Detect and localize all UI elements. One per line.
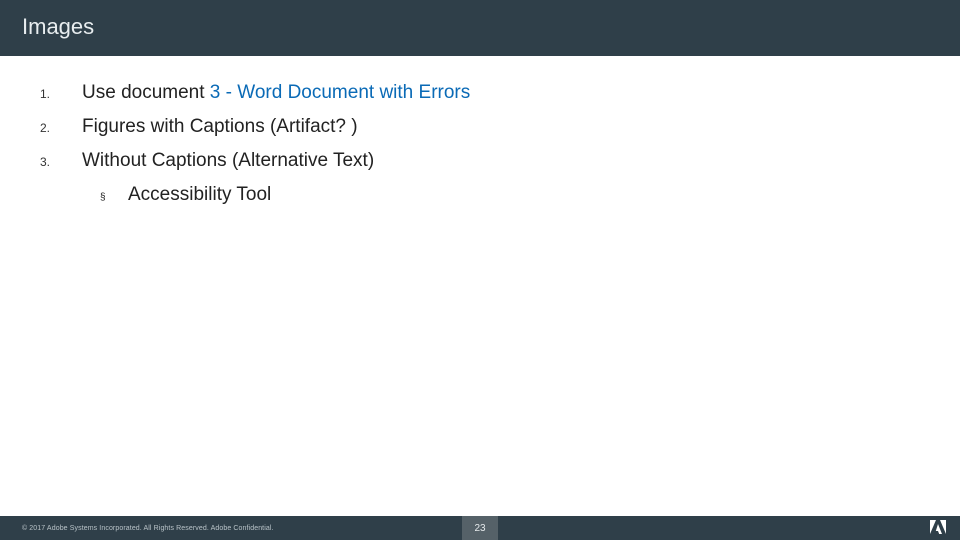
list-number: 2.	[40, 121, 82, 135]
list-item: 1. Use document 3 - Word Document with E…	[40, 82, 920, 104]
list-text-prefix: Use document	[82, 82, 210, 103]
list-number: 1.	[40, 87, 82, 101]
list-text: Figures with Captions (Artifact? )	[82, 116, 358, 138]
sub-list-item: § Accessibility Tool	[100, 184, 920, 206]
page-number: 23	[474, 523, 485, 534]
document-link[interactable]: 3 - Word Document with Errors	[210, 82, 470, 103]
slide-title-bar: Images	[0, 0, 960, 56]
page-number-badge: 23	[462, 516, 498, 540]
sub-bullet: §	[100, 192, 128, 203]
list-text: Use document 3 - Word Document with Erro…	[82, 82, 470, 104]
sub-list-text: Accessibility Tool	[128, 184, 271, 206]
list-item: 3. Without Captions (Alternative Text)	[40, 150, 920, 172]
list-text: Without Captions (Alternative Text)	[82, 150, 374, 172]
footer-copyright: © 2017 Adobe Systems Incorporated. All R…	[0, 525, 274, 532]
list-item: 2. Figures with Captions (Artifact? )	[40, 116, 920, 138]
slide-title: Images	[22, 14, 94, 39]
adobe-logo-icon	[930, 520, 946, 536]
list-number: 3.	[40, 155, 82, 169]
slide-content: 1. Use document 3 - Word Document with E…	[0, 56, 960, 206]
